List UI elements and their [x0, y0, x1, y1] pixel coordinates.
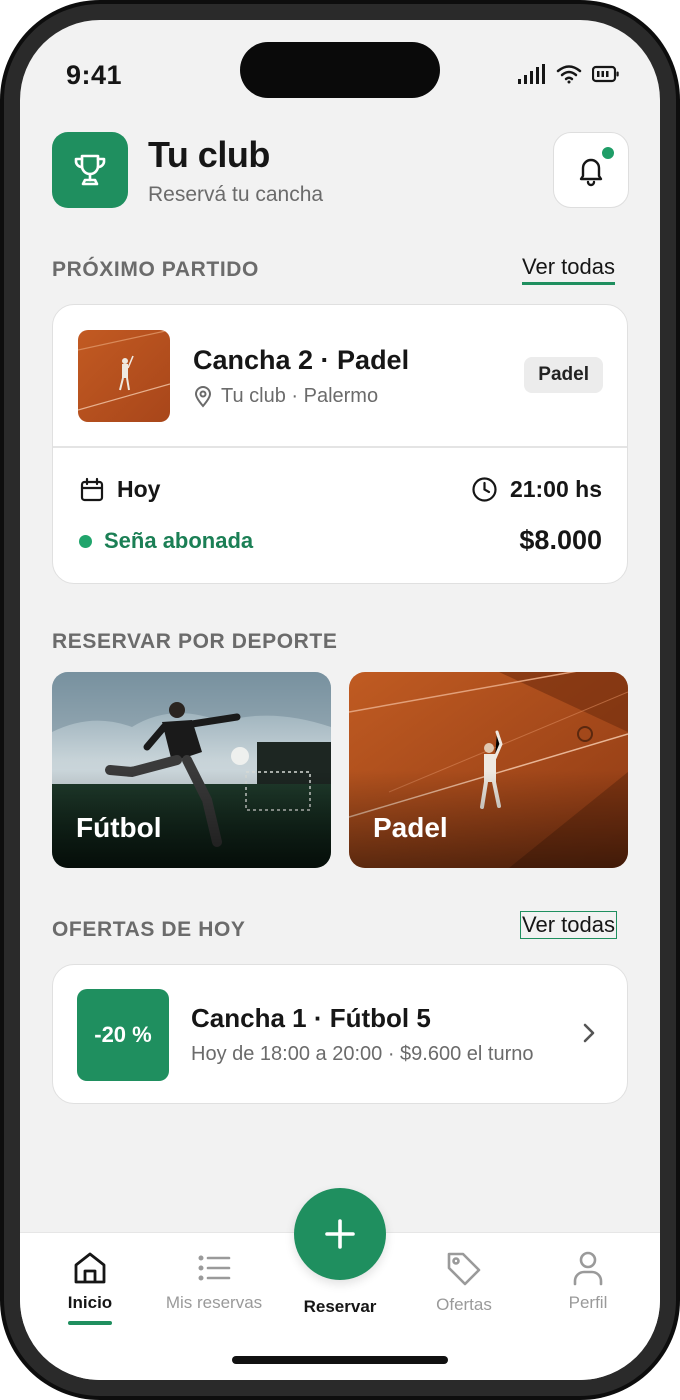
wifi-icon: [556, 65, 582, 84]
match-time-text: 21:00 hs: [509, 476, 602, 502]
payment-status: Seña abonada: [79, 528, 253, 554]
reserve-fab-button[interactable]: [294, 1188, 386, 1280]
nav-item-inicio[interactable]: Inicio: [30, 1249, 150, 1325]
notification-dot: [600, 145, 616, 161]
status-dot: [79, 534, 92, 548]
nav-label: Perfil: [568, 1293, 608, 1312]
notifications-button[interactable]: [553, 132, 629, 208]
sport-tile-padel[interactable]: Padel: [349, 672, 628, 868]
offer-card[interactable]: -20 % Cancha 1 · Fútbol 5 Hoy de 18:00 a…: [52, 964, 628, 1104]
nav-label: Inicio: [67, 1293, 113, 1312]
sport-tile-label: Fútbol: [76, 812, 162, 843]
phone-frame: 9:41 Tu club Reservá tu cancha PRÓXIMO P…: [0, 0, 680, 1400]
offer-detail: Hoy de 18:00 a 20:00 · $9.600 el turno: [191, 1043, 534, 1065]
card-divider: [53, 446, 627, 448]
nav-item-perfil[interactable]: Perfil: [528, 1249, 648, 1313]
nav-item-ofertas[interactable]: Ofertas: [404, 1249, 524, 1315]
active-indicator: [68, 1321, 112, 1325]
next-match-see-all-link[interactable]: Ver todas: [522, 254, 615, 285]
location-pin-icon: [194, 385, 212, 408]
next-match-card[interactable]: Cancha 2 · Padel Tu club · Palermo Padel…: [52, 304, 628, 584]
app-title: Tu club: [148, 134, 270, 175]
app-screen: 9:41 Tu club Reservá tu cancha PRÓXIMO P…: [20, 20, 660, 1380]
sport-tile-label: Padel: [373, 812, 448, 843]
status-icons: [518, 64, 620, 84]
nav-item-mis-reservas[interactable]: Mis reservas: [154, 1249, 274, 1313]
sport-tile-futbol[interactable]: Fútbol: [52, 672, 331, 868]
club-logo: [52, 132, 128, 208]
reserve-label: Reservar: [303, 1297, 377, 1316]
match-price: $8.000: [519, 525, 602, 555]
match-date: Hoy: [79, 476, 160, 503]
match-date-text: Hoy: [117, 476, 161, 502]
calendar-icon: [80, 477, 104, 501]
offers-section-title: OFERTAS DE HOY: [52, 918, 246, 941]
tag-icon: [447, 1252, 481, 1286]
clock-icon: [472, 477, 497, 502]
court-location: Tu club · Palermo: [193, 385, 378, 408]
sport-badge: Padel: [524, 357, 603, 393]
chevron-right-icon: [583, 1023, 595, 1043]
court-location-text: Tu club · Palermo: [221, 385, 379, 407]
next-match-section-title: PRÓXIMO PARTIDO: [52, 258, 259, 281]
trophy-icon: [74, 154, 106, 186]
list-icon: [198, 1255, 231, 1281]
user-icon: [573, 1251, 603, 1286]
offers-see-all-link[interactable]: Ver todas: [520, 911, 617, 939]
nav-label: Ofertas: [436, 1295, 492, 1314]
status-time: 9:41: [66, 60, 123, 90]
payment-status-text: Seña abonada: [104, 528, 254, 553]
match-time: 21:00 hs: [471, 476, 602, 503]
nav-label: Mis reservas: [165, 1293, 263, 1312]
offer-title: Cancha 1 · Fútbol 5: [191, 1003, 431, 1033]
plus-icon: [325, 1219, 355, 1249]
home-indicator: [232, 1356, 448, 1364]
court-thumbnail: [78, 330, 170, 422]
signal-icon: [518, 64, 545, 84]
discount-badge: -20 %: [77, 989, 169, 1081]
dynamic-island: [240, 42, 440, 98]
home-icon: [74, 1252, 106, 1284]
battery-icon: [592, 65, 619, 83]
sports-section-title: RESERVAR POR DEPORTE: [52, 630, 338, 653]
app-subtitle: Reservá tu cancha: [148, 183, 324, 206]
court-name: Cancha 2 · Padel: [193, 345, 410, 375]
